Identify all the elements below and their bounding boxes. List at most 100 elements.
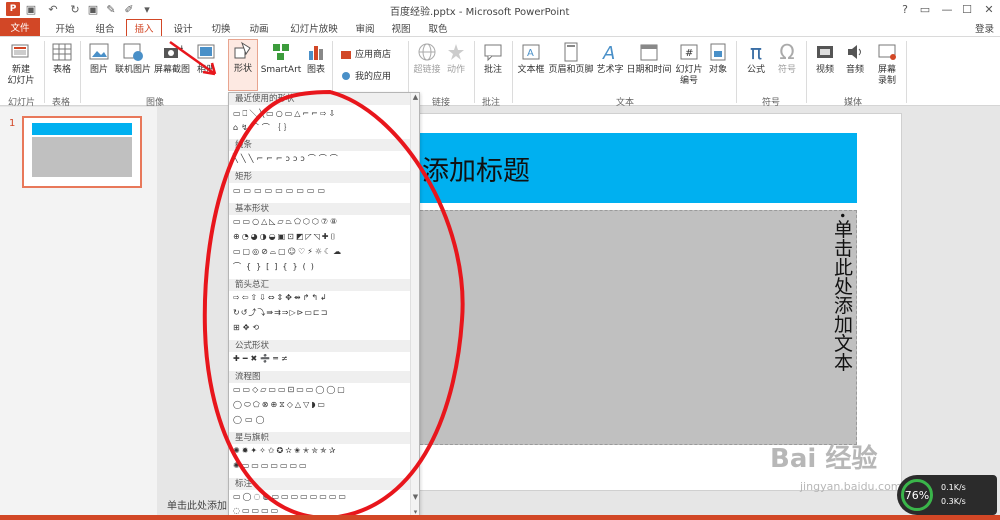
pen-icon[interactable]: ✐ — [122, 2, 136, 16]
shape-row[interactable]: ✺▭▭▭▭▭▭▭ — [233, 461, 309, 471]
shape-glyphs[interactable]: ⇨⇦⇧⇩⇔⇕✥⇴↱↰↲ — [233, 293, 329, 303]
slide-number-button[interactable]: # 幻灯片 编号 — [674, 41, 704, 87]
textbox-button[interactable]: A 文本框 — [516, 41, 546, 76]
shape-glyphs[interactable]: ◯⬭⬠⊗⊕⧖◇△▽◗▭ — [233, 400, 327, 410]
shape-glyphs[interactable]: ▭◯◌◍▭▭▭▭▭▭▭▭ — [233, 492, 348, 502]
section-basic-shapes: 基本形状 — [229, 203, 411, 215]
maximize-button[interactable]: ☐ — [956, 1, 978, 17]
equation-button[interactable]: π 公式 — [742, 41, 770, 76]
camera-icon: + — [164, 44, 183, 58]
shape-row[interactable]: ⇨⇦⇧⇩⇔⇕✥⇴↱↰↲ — [233, 293, 329, 303]
slide-thumbnail[interactable] — [22, 116, 142, 188]
screen-record-button[interactable]: 屏幕 录制 — [872, 41, 902, 87]
scroll-up-icon[interactable]: ▲ — [411, 93, 419, 102]
smartart-button[interactable]: SmartArt — [261, 41, 301, 76]
shape-glyphs[interactable]: ⌒{}[]{}() — [233, 262, 319, 272]
shape-glyphs[interactable]: ⊞✥⟲ — [233, 323, 262, 333]
tab-design[interactable]: 设计 — [166, 19, 200, 36]
tab-insert[interactable]: 插入 — [126, 19, 162, 36]
shape-row[interactable]: ▭◯◌◍▭▭▭▭▭▭▭▭ — [233, 492, 348, 502]
shape-glyphs[interactable]: ▭▭▭▭▭▭▭▭▭ — [233, 186, 328, 196]
store-icon — [341, 50, 351, 59]
shape-row[interactable]: ▭▭○△◺▱⏢⬠⬡⬡⑦⑧ — [233, 217, 339, 227]
my-apps-button[interactable]: 我的应用 — [340, 69, 391, 82]
tab-group[interactable]: 组合 — [88, 19, 122, 36]
album-button[interactable]: 相册 — [194, 41, 218, 76]
shape-row[interactable]: ▭▭▭▭▭▭▭▭▭ — [233, 186, 328, 196]
close-button[interactable]: ✕ — [978, 1, 1000, 17]
powerpoint-icon[interactable]: P — [6, 2, 20, 16]
object-button[interactable]: 对象 — [706, 41, 730, 76]
tab-home[interactable]: 开始 — [48, 19, 82, 36]
slideshow-icon[interactable]: ▣ — [86, 2, 100, 16]
ribbon-display-button[interactable]: ▭ — [914, 1, 936, 17]
shape-row[interactable]: ⌒{}[]{}() — [233, 262, 319, 272]
tab-transitions[interactable]: 切换 — [204, 19, 238, 36]
shape-row[interactable]: ▭⎕＼╲▭○▭△⌐⌐⇨⇩ — [233, 109, 337, 119]
video-button[interactable]: 视频 — [812, 41, 838, 76]
app-store-button[interactable]: 应用商店 — [340, 47, 391, 60]
shape-row[interactable]: ✺✹✦✧✩✪✫✬✭✮✯✰ — [233, 446, 337, 456]
shape-row[interactable]: ⊞✥⟲ — [233, 323, 262, 333]
customize-qa-icon[interactable]: ▾ — [140, 2, 154, 16]
undo-icon[interactable]: ↶ — [46, 2, 60, 16]
section-arrows: 箭头总汇 — [229, 279, 411, 291]
new-slide-button[interactable]: 新建 幻灯片 — [6, 41, 36, 87]
shape-row[interactable]: ▭▢◎⊘⌓▢☺♡⚡☼☾☁ — [233, 247, 343, 257]
minimize-button[interactable]: — — [936, 1, 958, 17]
shape-glyphs[interactable]: ✺✹✦✧✩✪✫✬✭✮✯✰ — [233, 446, 337, 456]
tab-view[interactable]: 视图 — [386, 19, 416, 36]
shape-glyphs[interactable]: ╲╲╲⌐⌐⌐ↄↄↄ⌒⌒⌒ — [233, 154, 341, 164]
login-link[interactable]: 登录 — [975, 21, 994, 35]
shape-row[interactable]: ✚━✖➗═≠ — [233, 354, 291, 364]
shape-glyphs[interactable]: ▭⎕＼╲▭○▭△⌐⌐⇨⇩ — [233, 109, 337, 119]
help-button[interactable]: ? — [894, 1, 916, 17]
network-speed-widget[interactable]: 76% 0.1K/s 0.3K/s — [897, 475, 997, 515]
format-painter-icon[interactable]: ✎ — [104, 2, 118, 16]
redo-icon[interactable]: ↻ — [68, 2, 82, 16]
shape-glyphs[interactable]: ✚━✖➗═≠ — [233, 354, 291, 364]
shape-row[interactable]: ◯▭◯ — [233, 415, 267, 425]
shape-glyphs[interactable]: ⌂↯⌒⌒｛｝ — [233, 123, 295, 133]
shape-glyphs[interactable]: ▭▭◇▱▭▭⊡▭▭◯◯▢ — [233, 385, 347, 395]
table-button[interactable]: 表格 — [50, 41, 74, 76]
audio-button[interactable]: 音频 — [842, 41, 868, 76]
save-icon[interactable]: ▣ — [24, 2, 38, 16]
shape-row[interactable]: ⊕◔◕◑◒▣⊡◩◸◹✚⌷ — [233, 232, 337, 242]
screenshot-button[interactable]: + 屏幕截图 — [154, 41, 190, 76]
comment-button[interactable]: 批注 — [480, 41, 506, 76]
shape-row[interactable]: ◯⬭⬠⊗⊕⧖◇△▽◗▭ — [233, 400, 327, 410]
datetime-button[interactable]: 日期和时间 — [626, 41, 672, 76]
shape-glyphs[interactable]: ◯▭◯ — [233, 415, 267, 425]
slide-body-text[interactable]: •单击此处添加文本 — [827, 212, 857, 371]
slide-content-placeholder[interactable] — [410, 210, 857, 445]
shapes-button[interactable]: 形状 — [228, 39, 258, 91]
chart-button[interactable]: 图表 — [304, 41, 328, 76]
tab-review[interactable]: 审阅 — [350, 19, 380, 36]
tab-slideshow[interactable]: 幻灯片放映 — [284, 19, 344, 36]
picture-button[interactable]: 图片 — [86, 41, 112, 76]
action-button[interactable]: 动作 — [444, 41, 468, 76]
online-picture-button[interactable]: 联机图片 — [114, 41, 152, 76]
shape-row[interactable]: ▭▭◇▱▭▭⊡▭▭◯◯▢ — [233, 385, 347, 395]
gallery-scrollbar[interactable]: ▲ ▼ ▾ — [410, 93, 419, 519]
shape-row[interactable]: ╲╲╲⌐⌐⌐ↄↄↄ⌒⌒⌒ — [233, 154, 341, 164]
shape-glyphs[interactable]: ↻↺⤴⤵⇛⇉⇒▷⊳▭⊏⊐ — [233, 308, 328, 318]
hyperlink-button[interactable]: 超链接 — [412, 41, 442, 76]
shape-glyphs[interactable]: ▭▭○△◺▱⏢⬠⬡⬡⑦⑧ — [233, 217, 339, 227]
shape-glyphs[interactable]: ✺▭▭▭▭▭▭▭ — [233, 461, 309, 471]
symbol-button[interactable]: Ω 符号 — [774, 41, 800, 76]
shape-row[interactable]: ⌂↯⌒⌒｛｝ — [233, 123, 295, 133]
header-footer-button[interactable]: 页眉和页脚 — [548, 41, 594, 76]
shape-glyphs[interactable]: ⊕◔◕◑◒▣⊡◩◸◹✚⌷ — [233, 232, 337, 242]
slide-title-placeholder[interactable]: 添加标题 — [410, 133, 857, 203]
scroll-down-icon[interactable]: ▼ — [411, 493, 419, 502]
shapes-gallery[interactable]: 最近使用的形状 ▭⎕＼╲▭○▭△⌐⌐⇨⇩ ⌂↯⌒⌒｛｝ 线条 ╲╲╲⌐⌐⌐ↄↄↄ… — [228, 92, 420, 520]
shape-glyphs[interactable]: ▭▢◎⊘⌓▢☺♡⚡☼☾☁ — [233, 247, 343, 257]
tab-file[interactable]: 文件 — [0, 18, 40, 36]
shape-row[interactable]: ↻↺⤴⤵⇛⇉⇒▷⊳▭⊏⊐ — [233, 308, 328, 318]
tab-color-picker[interactable]: 取色 — [422, 19, 454, 36]
notes-placeholder[interactable]: 单击此处添加 — [167, 497, 227, 512]
wordart-button[interactable]: A 艺术字 — [596, 41, 624, 76]
tab-animations[interactable]: 动画 — [242, 19, 276, 36]
